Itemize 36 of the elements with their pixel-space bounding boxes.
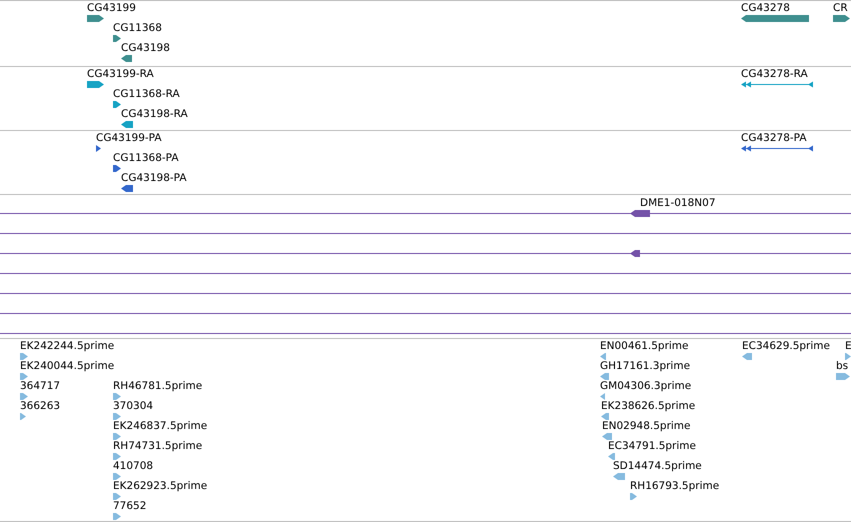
feature-label: CG43198 (121, 42, 170, 54)
feature-label: CG11368 (113, 22, 162, 34)
feature-label: 370304 (113, 400, 154, 412)
feature-label: bs (836, 360, 848, 372)
feature-label: CR (833, 2, 848, 14)
feature-label: CG43198-RA (121, 108, 188, 120)
feature-label: 410708 (113, 460, 154, 472)
feature-label: EK262923.5prime (113, 480, 208, 492)
feature-label: 366263 (20, 400, 60, 412)
feature-label: CG43199-PA (96, 132, 162, 144)
feature-label: CG11368-PA (113, 152, 179, 164)
feature-label: GM04306.3prime (600, 380, 692, 392)
feature-label: EK242244.5prime (20, 340, 114, 352)
feature-label: CG43199 (87, 2, 136, 14)
feature-label: 77652 (113, 500, 146, 512)
feature-label: 364717 (20, 380, 60, 392)
feature-label: EN00461.5prime (600, 340, 688, 352)
feature-label: EK240044.5prime (20, 360, 114, 372)
feature-label: CG11368-RA (113, 88, 180, 100)
feature-label: EN02948.5prime (602, 420, 690, 432)
feature-label: CG43278 (741, 2, 790, 14)
feature-label: RH46781.5prime (113, 380, 202, 392)
feature-label: EC34791.5prime (608, 440, 696, 452)
feature-label: CG43199-RA (87, 68, 154, 80)
feature-label: CG43198-PA (121, 172, 187, 184)
feature-label: SD14474.5prime (613, 460, 702, 472)
feature-label: EC34629.5prime (742, 340, 830, 352)
feature-label: E (845, 340, 851, 352)
feature-label: RH74731.5prime (113, 440, 202, 452)
feature-label: EK246837.5prime (113, 420, 208, 432)
feature-label: GH17161.3prime (600, 360, 690, 372)
feature-label: DME1-018N07 (640, 197, 716, 209)
feature-label: RH16793.5prime (630, 480, 720, 492)
feature-label: EK238626.5prime (601, 400, 696, 412)
feature-label: CG43278-RA (741, 68, 808, 80)
feature-label: CG43278-PA (741, 132, 807, 144)
